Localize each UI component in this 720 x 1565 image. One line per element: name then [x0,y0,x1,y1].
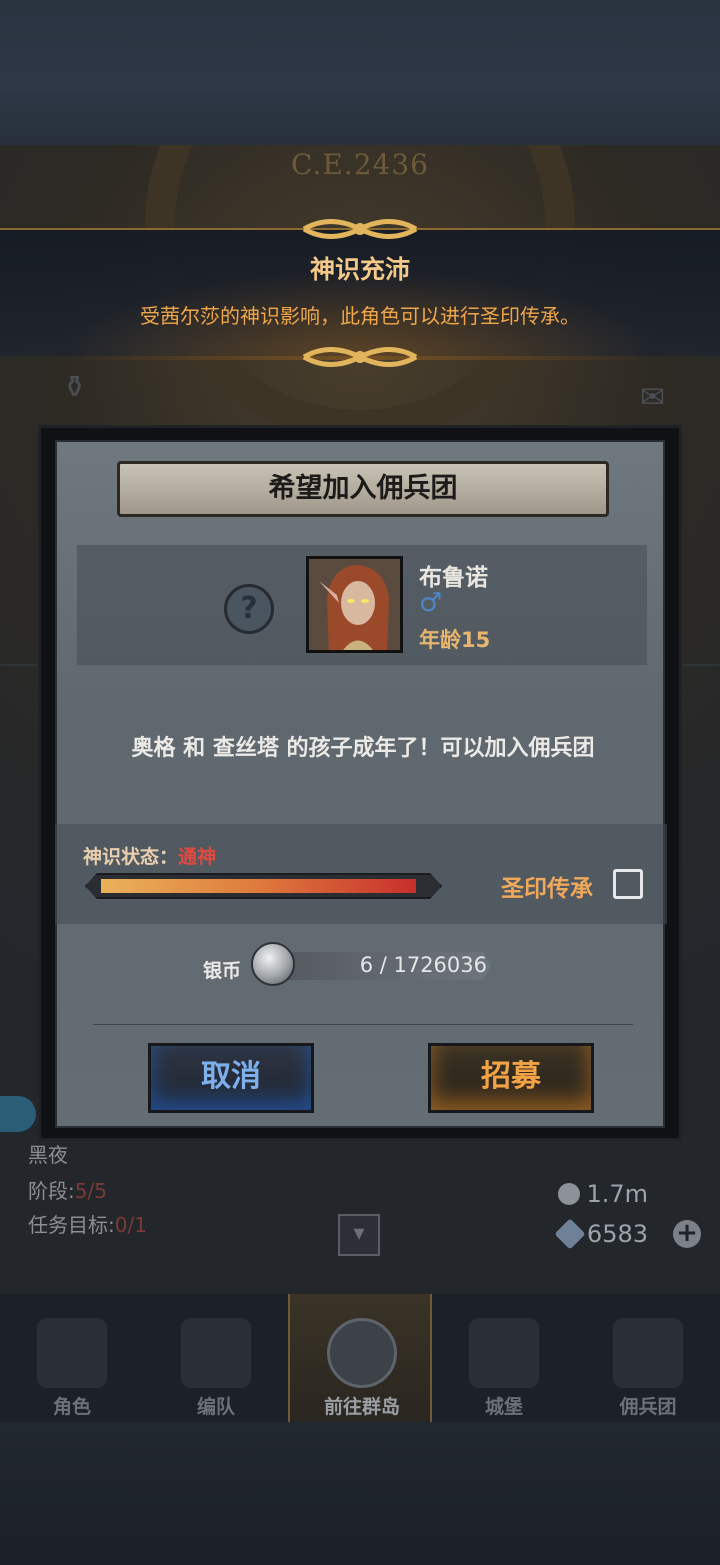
goal-label: 任务目标: [28,1213,115,1237]
castle-icon [469,1318,539,1388]
top-background [0,0,720,145]
dialog-message: 奥格 和 查丝塔 的孩子成年了！可以加入佣兵团 [131,736,595,761]
crystal-amount: 6583 [586,1220,648,1248]
recruit-button[interactable]: 招募 [428,1043,594,1113]
crystal-icon [554,1218,586,1250]
cancel-button[interactable]: 取消 [148,1043,314,1113]
age-value: 15 [461,628,491,652]
ornament-top-icon [302,219,418,239]
dialog-title: 希望加入佣兵团 [117,461,609,517]
mail-icon[interactable]: ✉ [640,380,665,415]
goal-row: 任务目标:0/1 [28,1209,147,1238]
nav-item-islands[interactable]: 前往群岛 [288,1294,432,1422]
seal-inherit-checkbox[interactable] [613,869,643,899]
mission-name: 黑夜 [28,1143,68,1167]
character-age: 年龄15 [419,624,490,654]
nav-item-formation[interactable]: 编队 [144,1294,288,1422]
money-bag-icon[interactable]: ⚱ [62,370,87,405]
coin-cost-text: 6 / 1726036 [359,953,487,977]
divine-state-fill [101,879,416,893]
character-portrait [306,556,403,653]
helmet-icon [181,1318,251,1388]
crystal-resource: 6583 [554,1218,648,1250]
globe-icon [327,1318,397,1388]
silver-coin-icon [558,1183,581,1205]
elf-portrait-icon [309,559,400,650]
silver-coin-icon [251,942,295,986]
nav-label: 编队 [196,1396,235,1418]
nav-item-mercenary[interactable]: 佣兵团 [576,1294,720,1422]
mercenary-icon [613,1318,683,1388]
divine-state-value: 通神 [178,846,217,868]
collapse-icon[interactable]: ▾ [338,1214,380,1256]
stage-value: 5/5 [74,1179,107,1203]
ornament-bottom-icon [302,347,418,367]
goal-value: 0/1 [114,1213,147,1237]
banner-subtitle: 受茜尔莎的神识影响，此角色可以进行圣印传承。 [140,304,580,328]
knight-icon [37,1318,107,1388]
divine-state: 神识状态：通神 [83,842,216,869]
male-icon: ♂ [419,588,443,618]
stage-label: 阶段: [28,1179,75,1203]
mission-panel[interactable]: 黑夜 阶段:5/5 任务目标:0/1 [0,1135,260,1245]
age-label: 年龄 [419,628,461,652]
bottom-nav: 角色 编队 前往群岛 城堡 佣兵团 [0,1294,720,1422]
divine-state-bar [85,873,442,899]
nav-item-castle[interactable]: 城堡 [432,1294,576,1422]
bottom-bar [0,1422,720,1565]
add-resource-button[interactable]: + [673,1220,701,1248]
nav-label: 佣兵团 [619,1396,677,1418]
silver-resource: 1.7m [558,1180,648,1208]
stage-row: 阶段:5/5 [28,1175,107,1204]
search-icon[interactable] [0,1096,36,1132]
silver-amount: 1.7m [586,1180,648,1208]
nav-label: 前往群岛 [323,1396,400,1418]
nav-label: 角色 [52,1396,91,1418]
nav-item-character[interactable]: 角色 [0,1294,144,1422]
divider [93,1024,633,1025]
banner-title: 神识充沛 [309,255,410,284]
character-name: 布鲁诺 [419,565,488,591]
recruit-dialog: 希望加入佣兵团 ? 布鲁诺 ♂ 年龄15 奥格 和 查丝塔 的孩子成年了！可以加… [38,425,682,1141]
question-icon[interactable]: ? [224,584,274,634]
coin-label: 银币 [203,960,242,982]
divine-state-label: 神识状态： [83,846,179,868]
seal-inherit-label: 圣印传承 [501,876,593,902]
nav-label: 城堡 [484,1396,523,1418]
year-label: C.E.2436 [291,148,429,181]
